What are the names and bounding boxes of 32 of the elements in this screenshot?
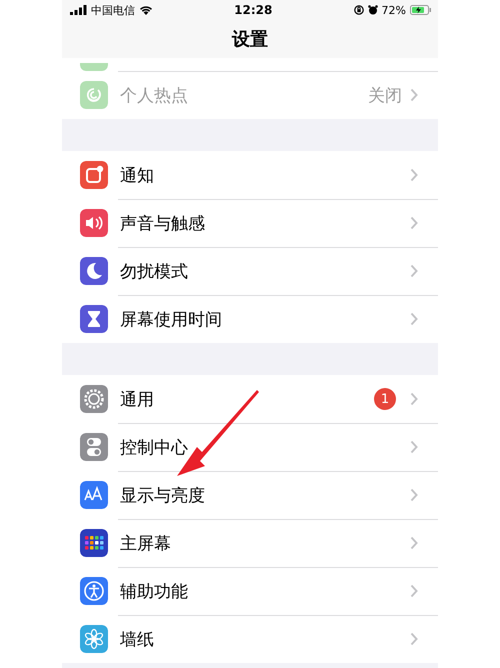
carrier-name: 中国电信 [91,2,135,18]
settings-row[interactable]: 辅助功能 [62,567,438,615]
wifi-icon [139,5,153,15]
chevron-icon [410,536,418,550]
page-title: 设置 [232,28,268,51]
settings-row[interactable]: 墙纸 [62,615,438,663]
chevron-icon [410,392,418,406]
settings-row[interactable]: 通用 1 [62,375,438,423]
settings-row[interactable]: 声音与触感 [62,199,438,247]
chevron-icon [410,88,418,102]
chevron-icon [410,584,418,598]
battery-icon [410,5,432,15]
chevron-icon [410,312,418,326]
alarm-icon [368,5,378,15]
orientation-lock-icon [354,5,364,15]
setting-value: 关闭 [368,84,402,106]
settings-row[interactable]: 控制中心 [62,423,438,471]
chevron-icon [410,216,418,230]
chevron-icon [410,264,418,278]
settings-row[interactable]: 显示与亮度 [62,471,438,519]
chevron-icon [410,488,418,502]
signal-icon [70,5,87,15]
settings-row[interactable]: 屏幕使用时间 [62,295,438,343]
clock-time: 12:28 [234,3,272,17]
battery-percent: 72% [382,4,406,16]
chevron-icon [410,168,418,182]
notification-badge: 1 [374,388,396,410]
settings-row[interactable]: 主屏幕 [62,519,438,567]
chevron-icon [410,632,418,646]
settings-row[interactable]: 通知 [62,151,438,199]
settings-row[interactable]: 勿扰模式 [62,247,438,295]
chevron-icon [410,440,418,454]
